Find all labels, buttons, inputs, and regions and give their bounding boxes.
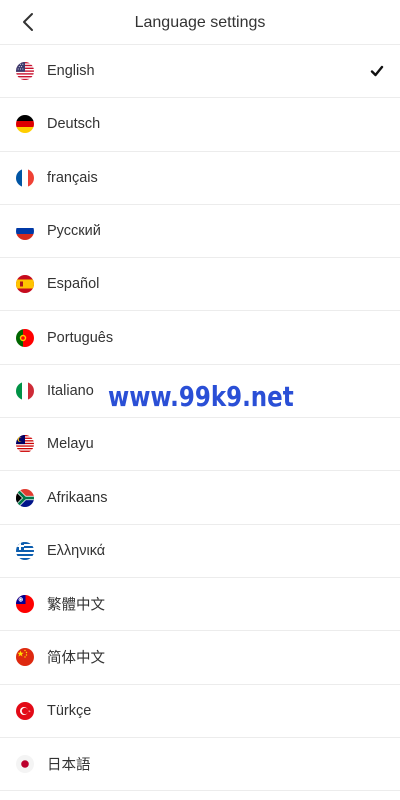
language-label: Português — [47, 329, 114, 346]
language-item-japanese[interactable]: 日本語 — [0, 738, 400, 792]
language-label: Ελληνικά — [47, 542, 106, 559]
malaysia-flag-icon — [16, 435, 34, 454]
language-label: Afrikaans — [47, 489, 108, 506]
germany-flag-icon — [16, 115, 34, 134]
checkmark-icon — [370, 65, 384, 77]
language-list: English Deutsch français Русский Español… — [0, 45, 400, 792]
greece-flag-icon — [16, 541, 34, 560]
language-label: English — [47, 63, 95, 80]
france-flag-icon — [16, 168, 34, 187]
language-item-greek[interactable]: Ελληνικά — [0, 525, 400, 578]
language-item-afrikaans[interactable]: Afrikaans — [0, 471, 400, 525]
language-label: 简体中文 — [47, 650, 105, 667]
russia-flag-icon — [16, 222, 34, 241]
italy-flag-icon — [16, 381, 34, 400]
language-label: Deutsch — [47, 116, 101, 133]
language-label: Español — [47, 276, 100, 293]
header-bar: Language settings — [0, 0, 400, 45]
language-item-russian[interactable]: Русский — [0, 205, 400, 259]
turkey-flag-icon — [16, 701, 34, 720]
language-label: Türkçe — [47, 702, 92, 719]
language-item-traditional-chinese[interactable]: 繁體中文 — [0, 578, 400, 632]
japan-flag-icon — [16, 755, 34, 773]
language-item-francais[interactable]: français — [0, 152, 400, 205]
language-item-melayu[interactable]: Melayu — [0, 418, 400, 472]
language-item-turkce[interactable]: Türkçe — [0, 685, 400, 738]
language-label: français — [47, 169, 98, 186]
taiwan-flag-icon — [16, 595, 34, 614]
language-label: Melayu — [47, 436, 94, 453]
language-item-english[interactable]: English — [0, 45, 400, 99]
language-item-espanol[interactable]: Español — [0, 258, 400, 312]
language-item-simplified-chinese[interactable]: 简体中文 — [0, 631, 400, 685]
language-label: Italiano — [47, 382, 94, 399]
language-label: 日本語 — [47, 757, 91, 774]
language-item-portugues[interactable]: Português — [0, 311, 400, 365]
china-flag-icon — [16, 648, 34, 667]
language-item-deutsch[interactable]: Deutsch — [0, 98, 400, 152]
spain-flag-icon — [16, 275, 34, 294]
language-label: Русский — [47, 223, 101, 240]
language-label: 繁體中文 — [47, 597, 105, 614]
watermark-text: www.99k9.net — [108, 380, 294, 413]
portugal-flag-icon — [16, 328, 34, 347]
page-title: Language settings — [134, 14, 266, 31]
us-flag-icon — [16, 62, 34, 81]
south-africa-flag-icon — [16, 488, 34, 507]
